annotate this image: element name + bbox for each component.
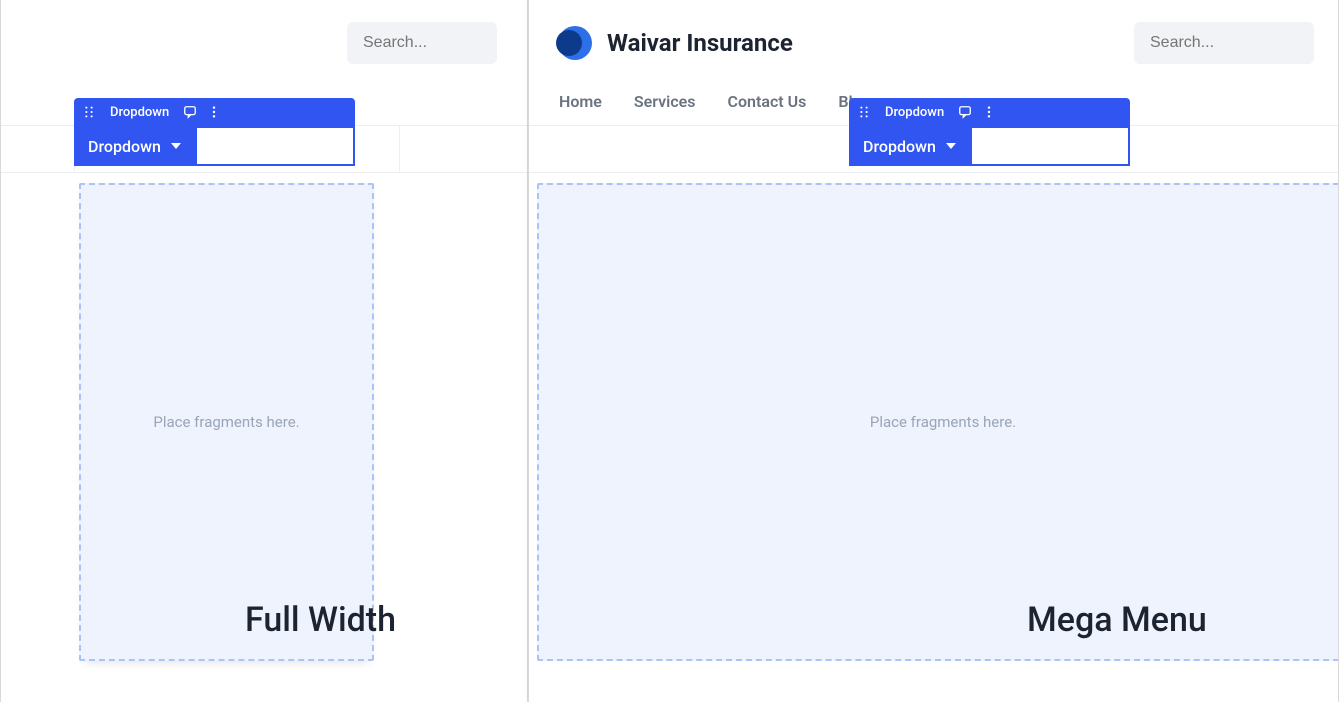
dropzone-hint: Place fragments here. (153, 413, 299, 431)
dropzone-hint: Place fragments here. (870, 413, 1016, 431)
fragment-dropzone[interactable]: Place fragments here. (79, 183, 374, 661)
dropdown-row: Dropdown Dropdown (1, 125, 527, 173)
fragment-toolbar: Dropdown (849, 98, 1130, 126)
nav-home[interactable]: Home (559, 92, 602, 111)
dropdown-slot[interactable] (970, 126, 1130, 166)
dropdown-slot[interactable] (195, 126, 355, 166)
dropdown-label: Dropdown (88, 137, 161, 156)
brand-title: Waivar Insurance (607, 29, 793, 57)
comment-icon[interactable] (958, 105, 972, 119)
dropdown-button[interactable]: Dropdown (74, 126, 195, 166)
panel-caption: Full Width (245, 600, 396, 640)
fragment-toolbar-label: Dropdown (106, 105, 173, 120)
more-icon[interactable] (982, 105, 996, 119)
search-input[interactable] (347, 22, 497, 64)
brand-logo-icon (553, 23, 593, 63)
panel-caption: Mega Menu (1027, 600, 1207, 640)
drag-handle-icon[interactable] (82, 105, 96, 119)
fragment-dropzone[interactable]: Place fragments here. (537, 183, 1339, 661)
dropdown-button[interactable]: Dropdown (849, 126, 970, 166)
drag-handle-icon[interactable] (857, 105, 871, 119)
panel-mega-menu: Waivar Insurance Home Services Contact U… (528, 0, 1339, 702)
nav-contact-us[interactable]: Contact Us (728, 92, 807, 111)
more-icon[interactable] (207, 105, 221, 119)
chevron-down-icon (171, 143, 181, 149)
comment-icon[interactable] (183, 105, 197, 119)
fragment-toolbar: Dropdown (74, 98, 355, 126)
column-divider (399, 126, 400, 172)
fragment-toolbar-label: Dropdown (881, 105, 948, 120)
panel-full-width: ce ct Us Blog Dropdown (0, 0, 528, 702)
search-input[interactable] (1134, 22, 1314, 64)
nav-services[interactable]: Services (634, 92, 696, 111)
chevron-down-icon (946, 143, 956, 149)
dropdown-row: Dropdown Dropdown (529, 125, 1338, 173)
dropdown-label: Dropdown (863, 137, 936, 156)
